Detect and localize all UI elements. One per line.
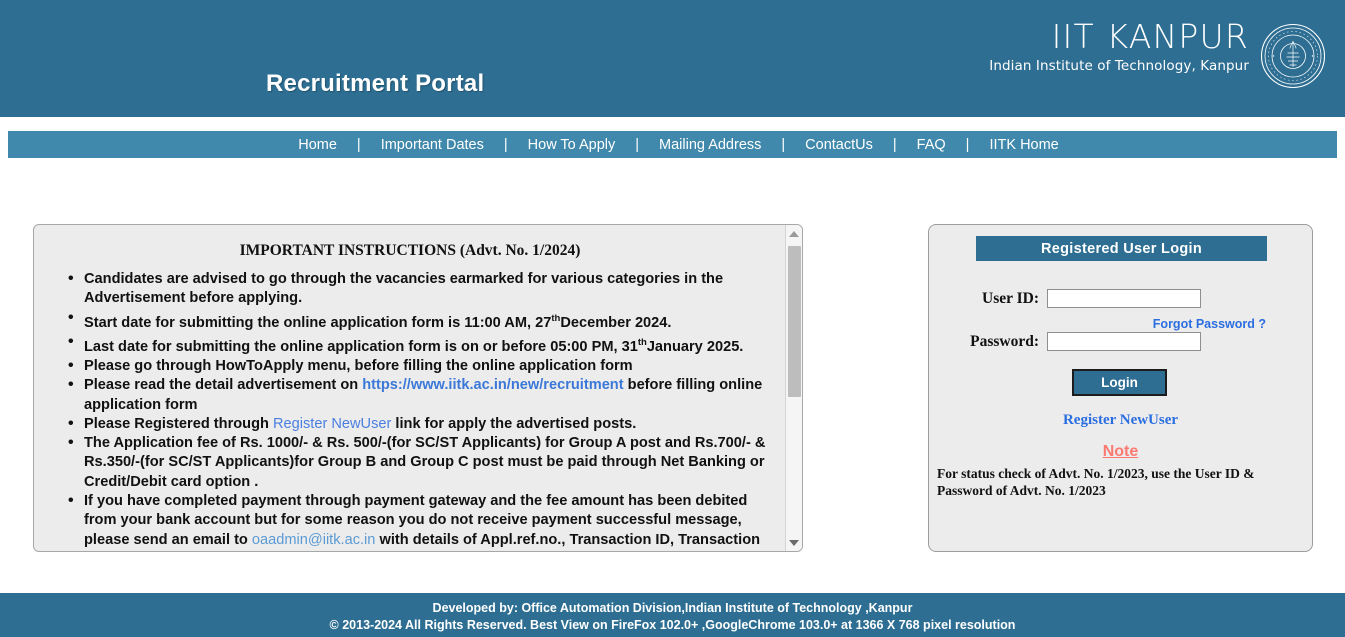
instruction-item: Please read the detail advertisement on … (68, 375, 776, 415)
instruction-item: Please Registered through Register NewUs… (68, 414, 776, 434)
user-id-label: User ID: (982, 289, 1039, 307)
support-email-link[interactable]: oaadmin@iitk.ac.in (252, 532, 376, 548)
nav-items: Home | Important Dates | How To Apply | … (292, 137, 1065, 153)
nav-item-how-to-apply[interactable]: How To Apply (522, 137, 622, 153)
instructions-title: IMPORTANT INSTRUCTIONS (Advt. No. 1/2024… (239, 242, 581, 259)
nav-separator: | (965, 136, 970, 153)
site-footer: Developed by: Office Automation Division… (0, 593, 1345, 637)
page-title: Recruitment Portal (266, 70, 485, 97)
registered-user-login-panel: Registered User Login User ID: Forgot Pa… (928, 224, 1313, 552)
note-heading: Note (1102, 443, 1139, 460)
user-id-input[interactable] (1047, 289, 1201, 308)
register-new-user-inline-link[interactable]: Register NewUser (273, 416, 391, 432)
forgot-password-link[interactable]: Forgot Password ? (1153, 317, 1266, 331)
nav-separator: | (892, 136, 897, 153)
nav-item-contact-us[interactable]: ContactUs (799, 137, 879, 153)
login-button[interactable]: Login (1072, 369, 1167, 396)
instruction-item: Please go through HowToApply menu, befor… (68, 356, 776, 376)
main-navigation: Home | Important Dates | How To Apply | … (8, 131, 1337, 158)
nav-item-mailing-address[interactable]: Mailing Address (653, 137, 767, 153)
password-input[interactable] (1047, 332, 1201, 351)
nav-separator: | (635, 136, 640, 153)
note-text: For status check of Advt. No. 1/2023, us… (937, 466, 1255, 498)
password-row: Password: (929, 332, 1312, 351)
nav-separator: | (356, 136, 361, 153)
instruction-item: Candidates are advised to go through the… (68, 269, 776, 309)
scroll-down-arrow-icon[interactable] (786, 534, 802, 551)
scroll-up-arrow-icon[interactable] (786, 225, 802, 242)
nav-separator: | (503, 136, 508, 153)
brand-name: IIT KANPUR (1051, 17, 1249, 56)
site-header: Recruitment Portal IIT KANPUR Indian Ins… (0, 0, 1345, 117)
scrollbar-thumb[interactable] (788, 246, 801, 397)
instruction-item: Last date for submitting the online appl… (68, 332, 776, 357)
footer-developed-by: Developed by: Office Automation Division… (432, 601, 913, 615)
nav-item-home[interactable]: Home (292, 137, 343, 153)
instructions-scroll-area[interactable]: IMPORTANT INSTRUCTIONS (Advt. No. 1/2024… (34, 225, 786, 551)
user-id-row: User ID: (929, 289, 1312, 308)
ordinal-suffix: th (551, 312, 561, 324)
instructions-list: Candidates are advised to go through the… (34, 269, 786, 551)
brand-subtitle: Indian Institute of Technology, Kanpur (989, 57, 1249, 74)
nav-item-faq[interactable]: FAQ (911, 137, 952, 153)
nav-separator: | (781, 136, 786, 153)
register-new-user-link[interactable]: Register NewUser (929, 412, 1312, 429)
password-label: Password: (970, 332, 1039, 350)
login-panel-title: Registered User Login (976, 236, 1267, 261)
instructions-scrollbar[interactable] (785, 225, 802, 551)
instruction-item: If you have completed payment through pa… (68, 491, 776, 551)
footer-copyright: © 2013-2024 All Rights Reserved. Best Vi… (329, 618, 1016, 632)
iitk-seal-icon (1260, 23, 1326, 89)
nav-item-important-dates[interactable]: Important Dates (375, 137, 490, 153)
nav-item-iitk-home[interactable]: IITK Home (983, 137, 1064, 153)
ordinal-suffix: th (637, 336, 647, 348)
brand-block: IIT KANPUR Indian Institute of Technolog… (989, 17, 1249, 74)
instruction-item: Start date for submitting the online app… (68, 308, 776, 333)
instruction-item: The Application fee of Rs. 1000/- & Rs. … (68, 433, 776, 492)
important-instructions-panel: IMPORTANT INSTRUCTIONS (Advt. No. 1/2024… (33, 224, 803, 552)
advertisement-url-link[interactable]: https://www.iitk.ac.in/new/recruitment (362, 377, 623, 393)
